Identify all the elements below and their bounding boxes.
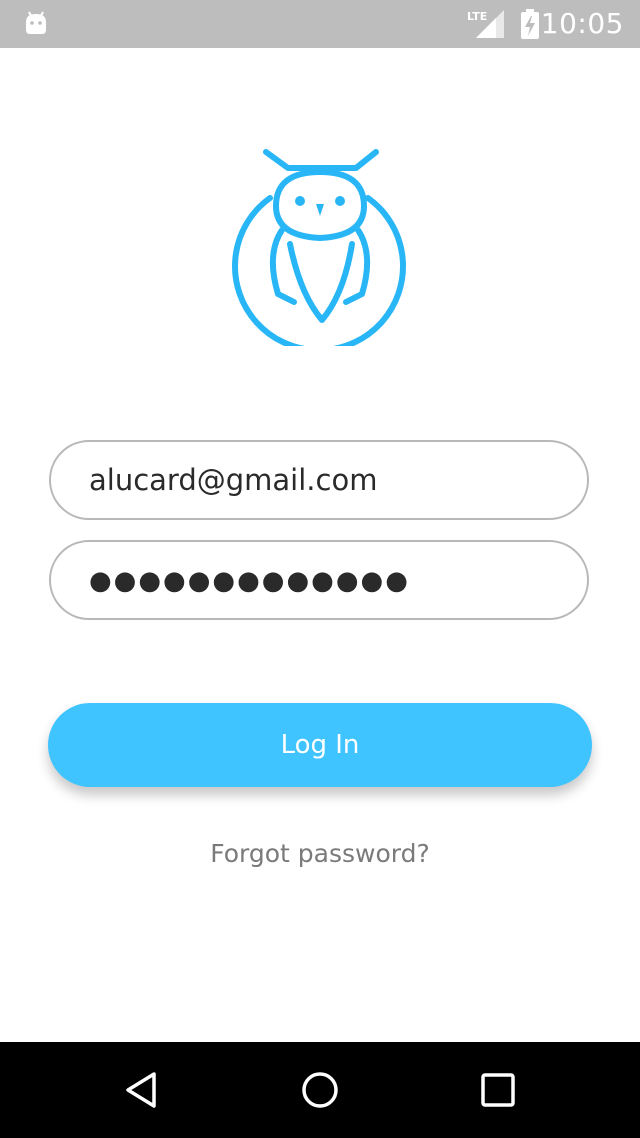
login-button[interactable]: Log In bbox=[48, 703, 592, 787]
email-field[interactable]: alucard@gmail.com bbox=[49, 440, 589, 520]
home-icon[interactable] bbox=[298, 1070, 342, 1110]
email-value: alucard@gmail.com bbox=[89, 463, 378, 497]
navigation-bar bbox=[0, 1042, 640, 1138]
password-value: ●●●●●●●●●●●●● bbox=[89, 566, 410, 596]
password-field[interactable]: ●●●●●●●●●●●●● bbox=[49, 540, 589, 620]
back-icon[interactable] bbox=[120, 1070, 164, 1110]
battery-charging-icon bbox=[521, 9, 539, 39]
recents-icon[interactable] bbox=[476, 1070, 520, 1110]
android-debug-icon bbox=[26, 11, 46, 34]
owl-logo-icon bbox=[232, 149, 406, 346]
status-bar: LTE 10:05 bbox=[0, 0, 640, 48]
forgot-password-link[interactable]: Forgot password? bbox=[0, 836, 640, 872]
lte-signal-icon: LTE bbox=[467, 10, 504, 38]
status-clock: 10:05 bbox=[540, 7, 624, 40]
svg-text:LTE: LTE bbox=[467, 10, 487, 23]
